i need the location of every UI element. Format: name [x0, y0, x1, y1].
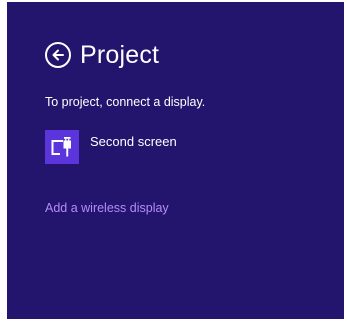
add-wireless-display-link[interactable]: Add a wireless display: [45, 200, 169, 216]
second-screen-option[interactable]: Second screen: [45, 130, 177, 164]
page-title: Project: [80, 41, 160, 69]
back-button[interactable]: [45, 42, 71, 68]
instruction-text: To project, connect a display.: [45, 95, 206, 109]
second-screen-tile: [45, 130, 79, 164]
panel-header: Project: [45, 40, 159, 70]
second-screen-label: Second screen: [90, 134, 177, 149]
project-panel: Project To project, connect a display. S…: [7, 2, 344, 319]
second-screen-icon: [51, 137, 71, 157]
back-arrow-icon: [52, 49, 64, 61]
